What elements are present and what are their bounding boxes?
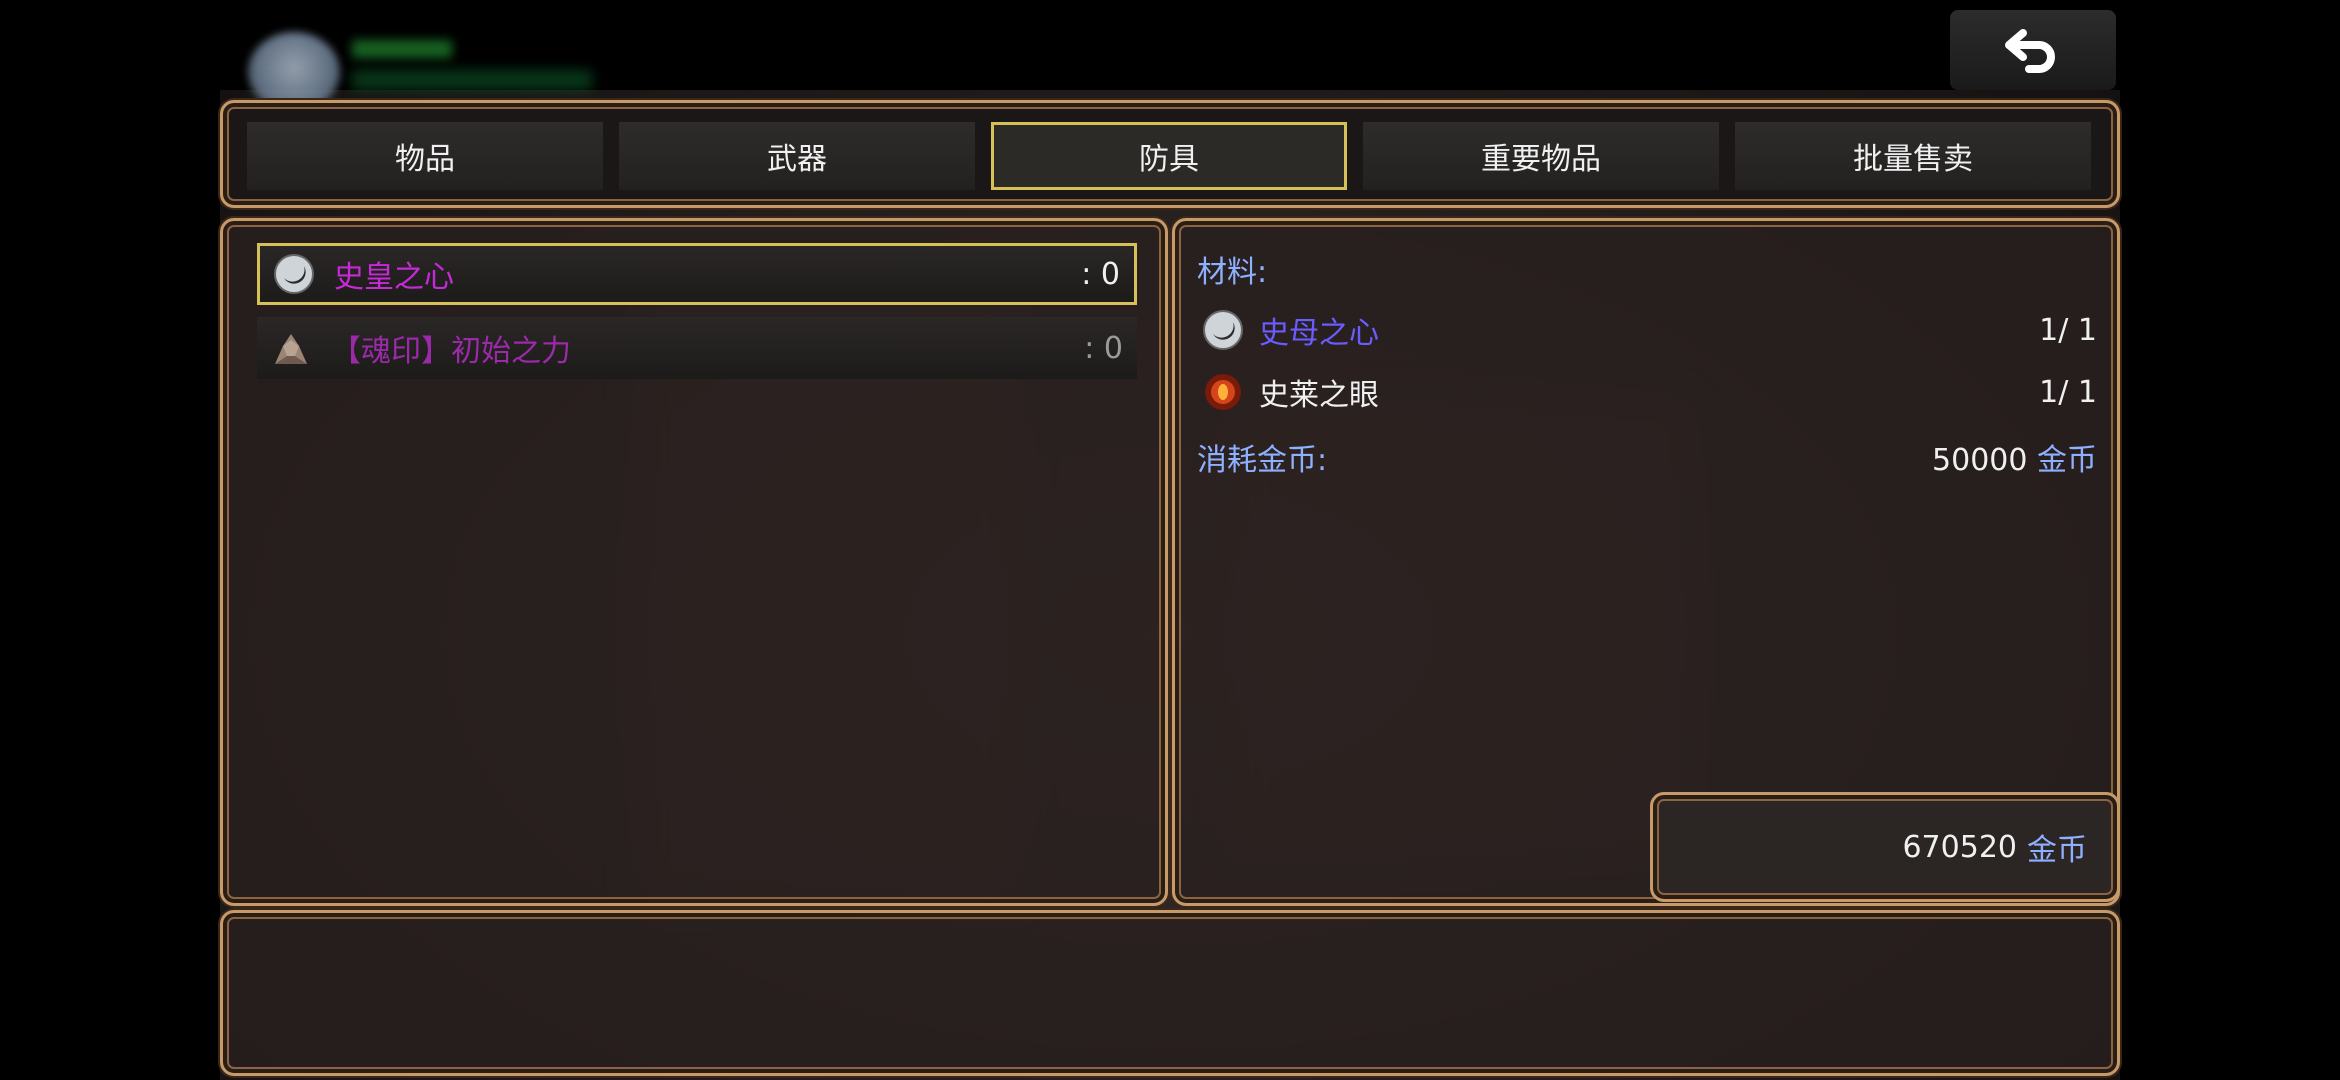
red-eye-icon	[1205, 374, 1241, 410]
material-row: 史母之心 1/ 1	[1201, 305, 2097, 355]
material-row: 史莱之眼 1/ 1	[1201, 367, 2097, 417]
material-count: 1/ 1	[2039, 374, 2097, 410]
silver-orb-icon	[274, 254, 314, 294]
tab-weapons[interactable]: 武器	[619, 122, 975, 190]
item-count: : 0	[1081, 256, 1120, 292]
gold-unit: 金币	[2027, 833, 2087, 868]
list-item-selected[interactable]: 史皇之心 : 0	[257, 243, 1137, 305]
list-item[interactable]: 【魂印】初始之力 : 0	[257, 317, 1137, 379]
back-arrow-icon	[2005, 29, 2055, 73]
tab-bulk-sell[interactable]: 批量售卖	[1735, 122, 2091, 190]
tab-key-items[interactable]: 重要物品	[1363, 122, 1719, 190]
material-count: 1/ 1	[2039, 312, 2097, 348]
stone-pile-icon	[275, 334, 307, 364]
gold-value: 670520	[1902, 829, 2017, 865]
tab-armor[interactable]: 防具	[991, 122, 1347, 190]
item-count: : 0	[1084, 330, 1123, 366]
back-button[interactable]	[1950, 10, 2116, 90]
cost-amount: 50000 金币	[1932, 435, 2097, 479]
cost-label: 消耗金币:	[1197, 443, 1328, 478]
item-name: 史皇之心	[334, 260, 454, 295]
material-name: 史母之心	[1259, 316, 1379, 351]
cost-value: 50000	[1932, 443, 2028, 478]
item-list-panel: 史皇之心 : 0 【魂印】初始之力 : 0	[220, 218, 1168, 906]
material-name: 史莱之眼	[1259, 378, 1379, 413]
item-name: 【魂印】初始之力	[331, 334, 571, 369]
materials-label: 材料:	[1197, 255, 1268, 290]
silver-orb-icon	[1203, 310, 1243, 350]
category-tab-bar: 物品 武器 防具 重要物品 批量售卖	[220, 100, 2120, 208]
gold-balance: 670520 金币	[1650, 792, 2120, 902]
cost-unit: 金币	[2037, 443, 2097, 478]
description-panel	[220, 910, 2120, 1076]
player-name-blurred	[352, 40, 452, 58]
tab-items[interactable]: 物品	[247, 122, 603, 190]
player-info-blurred	[352, 70, 592, 90]
